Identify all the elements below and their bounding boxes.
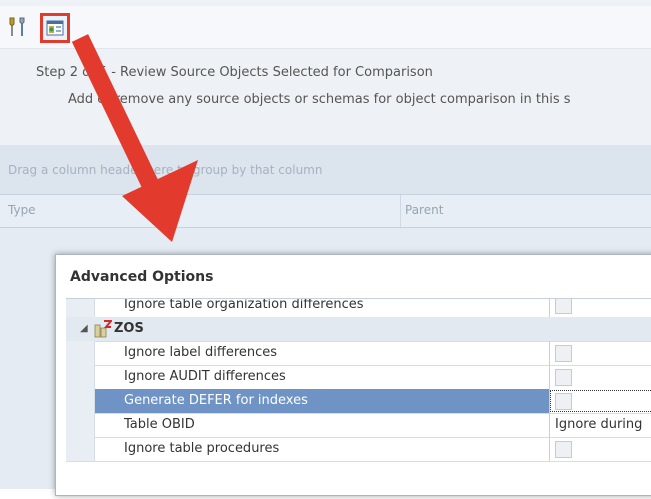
option-value-cell[interactable]: Ignore during	[549, 413, 651, 437]
option-checkbox[interactable]	[555, 393, 572, 410]
option-checkbox[interactable]	[555, 441, 572, 458]
option-checkbox[interactable]	[555, 345, 572, 362]
option-label: Table OBID	[124, 417, 195, 432]
option-row[interactable]: Ignore table organization differences	[66, 298, 651, 318]
option-checkbox[interactable]	[555, 369, 572, 386]
category-label: ZOS	[114, 321, 144, 336]
tools-icon[interactable]	[4, 14, 30, 40]
dialog-title: Advanced Options	[70, 269, 214, 285]
option-row[interactable]: Table OBID Ignore during	[66, 413, 651, 438]
option-value-cell[interactable]	[549, 389, 651, 413]
wizard-header: Step 2 of 5 - Review Source Objects Sele…	[0, 49, 651, 144]
option-row[interactable]: Ignore table procedures	[66, 437, 651, 462]
grid-column-header: Type Parent	[0, 195, 651, 228]
option-value-cell[interactable]	[549, 437, 651, 461]
option-checkbox[interactable]	[555, 299, 572, 314]
column-header-parent[interactable]: Parent	[405, 203, 443, 217]
row-gutter	[66, 413, 95, 437]
group-by-panel[interactable]: Drag a column header here to group by th…	[0, 145, 651, 195]
row-gutter	[66, 365, 95, 389]
option-row-selected[interactable]: Generate DEFER for indexes	[66, 389, 651, 414]
option-row[interactable]: Ignore label differences	[66, 341, 651, 366]
row-gutter	[66, 389, 95, 413]
row-gutter	[66, 437, 95, 461]
toolbar	[0, 6, 651, 49]
collapse-triangle-icon[interactable]: ◢	[80, 323, 88, 334]
category-row[interactable]: ◢ ZOS	[66, 317, 651, 342]
row-gutter	[66, 341, 95, 365]
option-value-cell[interactable]	[549, 299, 651, 317]
option-value-text: Ignore during	[555, 417, 643, 432]
option-label: Ignore table procedures	[124, 441, 280, 456]
option-value-cell[interactable]	[549, 341, 651, 365]
option-label: Ignore table organization differences	[124, 298, 364, 312]
option-row[interactable]: Ignore AUDIT differences	[66, 365, 651, 390]
column-separator[interactable]	[400, 195, 401, 227]
zos-icon	[94, 320, 112, 338]
option-label: Generate DEFER for indexes	[124, 393, 308, 408]
column-header-type[interactable]: Type	[8, 203, 36, 217]
advanced-options-icon	[46, 20, 64, 36]
wizard-step-title: Step 2 of 5 - Review Source Objects Sele…	[36, 65, 433, 80]
option-label: Ignore label differences	[124, 345, 278, 360]
wizard-step-description: Add or remove any source objects or sche…	[68, 92, 571, 107]
row-gutter	[66, 299, 95, 317]
group-by-hint: Drag a column header here to group by th…	[8, 163, 323, 177]
advanced-options-button[interactable]	[40, 13, 70, 43]
options-table: Ignore table organization differences ◢ …	[66, 298, 651, 499]
advanced-options-dialog: Advanced Options Ignore table organizati…	[55, 254, 651, 496]
option-label: Ignore AUDIT differences	[124, 369, 286, 384]
option-value-cell[interactable]	[549, 365, 651, 389]
